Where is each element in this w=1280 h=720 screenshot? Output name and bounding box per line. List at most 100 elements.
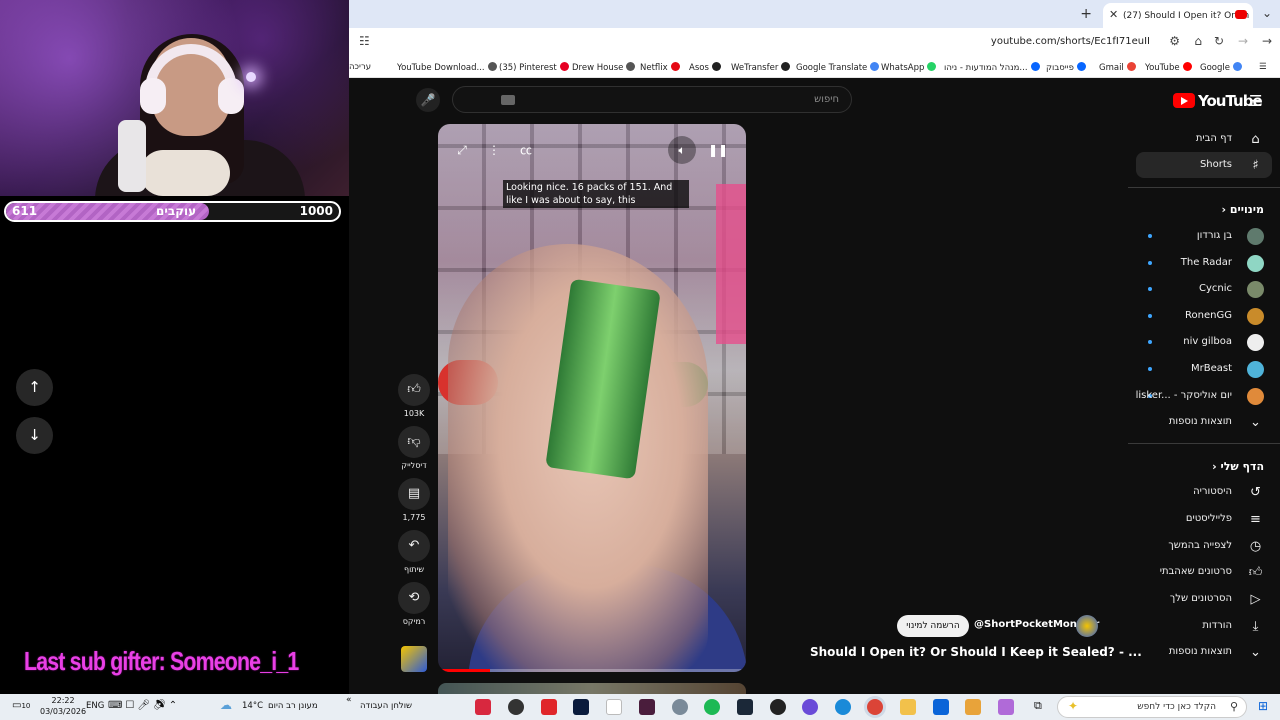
like-button[interactable]: 👍︎ 103K [398,374,430,418]
taskbar-app-icon[interactable] [475,699,491,715]
sidebar-item-subscription[interactable]: niv gilboa [1128,329,1280,355]
voice-search-icon[interactable]: 🎤 [416,88,440,112]
bookmark-item[interactable]: YouTube Download... [397,62,497,73]
weather-text[interactable]: מעונן רב היום [268,701,318,711]
sidebar-item-downloads[interactable]: הורדות ⤓ [1128,613,1280,639]
sidebar-item-subscription[interactable]: lisker... - יום אוליסקר [1128,383,1280,409]
next-short-preview[interactable] [438,683,746,694]
windows-start-icon[interactable]: ⊞ [1258,699,1268,713]
dislike-button[interactable]: 👎︎ דיסלייק [398,426,430,470]
bookmark-item[interactable]: Netflix [640,62,680,73]
close-tab-icon[interactable]: ✕ [1109,8,1118,21]
bookmark-item[interactable]: פייסבוק [1046,62,1086,73]
captions-icon[interactable]: ㏄ [512,136,540,164]
pause-icon[interactable]: ❚❚ [704,136,732,164]
clock[interactable]: 22:22 03/03/2026 [40,695,86,717]
extensions-icon[interactable]: ☷ [359,34,370,48]
spotify-icon[interactable] [704,699,720,715]
site-settings-icon[interactable]: ⚙ [1169,34,1180,48]
search-input[interactable]: חיפוש [452,86,852,113]
menu-icon[interactable]: ☰ [1249,92,1262,110]
sidebar-item-subscription[interactable]: MrBeast [1128,356,1280,382]
chevron-icon[interactable]: « [346,695,352,705]
taskbar-app-icon[interactable] [802,699,818,715]
reload-icon[interactable]: ↻ [1214,34,1224,48]
task-view-icon[interactable]: ⧉ [1034,699,1042,713]
steam-icon[interactable] [737,699,753,715]
volume-icon[interactable]: 🔈︎ [668,136,696,164]
subscribe-button[interactable]: הרשמה למינוי [897,615,969,637]
bookmark-item[interactable]: Asos [689,62,721,73]
taskbar-app-icon[interactable] [639,699,655,715]
url-text[interactable]: youtube.com/shorts/Ec1fI71euII [991,36,1150,47]
home-icon[interactable]: ⌂ [1194,34,1202,48]
share-button[interactable]: ↶ שיתוף [398,530,430,574]
show-desktop-label[interactable]: שולחן העבודה [360,701,412,711]
bookmark-item[interactable]: עריכה [349,62,371,72]
next-short-button[interactable]: ↓ [16,417,53,454]
subscriptions-header[interactable]: › מינויים [1216,203,1265,216]
taskbar-app-icon[interactable] [508,699,524,715]
address-bar[interactable]: ☷ youtube.com/shorts/Ec1fI71euII ⚙ ⌂ ↻ →… [349,28,1280,56]
sidebar-show-more[interactable]: תוצאות נוספות ⌄ [1128,409,1280,435]
channel-avatar[interactable] [1076,615,1098,637]
sidebar-item-your-videos[interactable]: הסרטונים שלך ▷ [1128,586,1280,612]
video-title[interactable]: Should I Open it? Or Should I Keep it Se… [810,645,1142,659]
bookmark-item[interactable]: WhatsApp [881,62,937,73]
taskbar-search-input[interactable]: ✦ הקלד כאן כדי לחפש ⚲ [1057,696,1247,718]
sidebar-item-history[interactable]: היסטוריה ↺ [1128,479,1280,505]
bookmark-item[interactable]: מנהל המודעות - ניהו... [944,62,1040,73]
taskbar-app-icon[interactable] [606,699,622,715]
bookmark-item[interactable]: Google Translate [796,62,880,73]
sidebar-item-liked-videos[interactable]: סרטונים שאהבתי 👍︎ [1128,559,1280,585]
more-options-icon[interactable]: ⋮ [480,136,508,164]
all-bookmarks-icon[interactable]: ☰ [1259,62,1267,72]
bookmark-item[interactable]: Gmail [1099,62,1136,73]
bookmark-item[interactable]: Drew House [572,62,636,73]
taskbar-app-icon[interactable] [770,699,786,715]
sidebar-item-watch-later[interactable]: לצפייה בהמשך ◷ [1128,533,1280,559]
sidebar-item-subscription[interactable]: RonenGG [1128,303,1280,329]
bookmark-item[interactable]: YouTube [1145,62,1192,73]
remix-icon: ⟲ [398,582,430,614]
sidebar-item-subscription[interactable]: בן גורדון [1128,223,1280,249]
file-explorer-icon[interactable] [900,699,916,715]
sidebar-item-home[interactable]: דף הבית ⌂ [1128,126,1280,152]
sidebar-item-subscription[interactable]: Cycnic [1128,276,1280,302]
remix-button[interactable]: ⟲ רמיקס [398,582,430,626]
sidebar-item-shorts[interactable]: Shorts ♯ [1136,152,1272,178]
previous-short-button[interactable]: ↑ [16,369,53,406]
taskbar-app-icon[interactable] [672,699,688,715]
tab-list-chevron-icon[interactable]: ⌄ [1262,6,1272,20]
store-icon[interactable] [965,699,981,715]
you-header[interactable]: › הדף שלי [1206,460,1264,473]
system-tray-icons[interactable]: ⌨☐🎤︎🔊︎⌃ [108,700,180,711]
browser-tab[interactable]: ✕ (27) Should I Open it? Or Sh [1103,3,1253,28]
back-icon[interactable]: → [1262,34,1272,48]
microphone [118,120,146,192]
bookmark-item[interactable]: WeTransfer [731,62,791,73]
channel-thumbnail[interactable] [401,646,427,672]
taskbar-app-icon[interactable] [541,699,557,715]
sidebar-item-subscription[interactable]: The Radar [1128,250,1280,276]
forward-icon[interactable]: → [1238,34,1248,48]
keyboard-icon[interactable] [501,95,515,105]
comments-button[interactable]: ▤ 1,775 [398,478,430,522]
sidebar-show-more-2[interactable]: תוצאות נוספות ⌄ [1128,639,1280,665]
photoshop-icon[interactable] [573,699,589,715]
language-indicator[interactable]: ENG [86,701,104,711]
video-progress-bar[interactable] [438,669,746,672]
chrome-icon[interactable] [867,699,883,715]
sidebar-item-playlists[interactable]: פלייליסטים ≡ [1128,506,1280,532]
edge-icon[interactable] [835,699,851,715]
follower-label: עוקבים [156,204,197,218]
watch-later-icon: ◷ [1249,539,1262,554]
new-tab-icon[interactable]: + [1080,6,1092,22]
copilot-icon[interactable] [998,699,1014,715]
bookmark-item[interactable]: Google [1200,62,1242,73]
fullscreen-icon[interactable]: ⤢ [448,136,476,164]
bookmark-item[interactable]: (35) Pinterest [499,62,569,73]
notifications-icon[interactable]: ▭10 [12,700,30,711]
temperature[interactable]: 14°C [242,701,263,711]
mail-icon[interactable] [933,699,949,715]
